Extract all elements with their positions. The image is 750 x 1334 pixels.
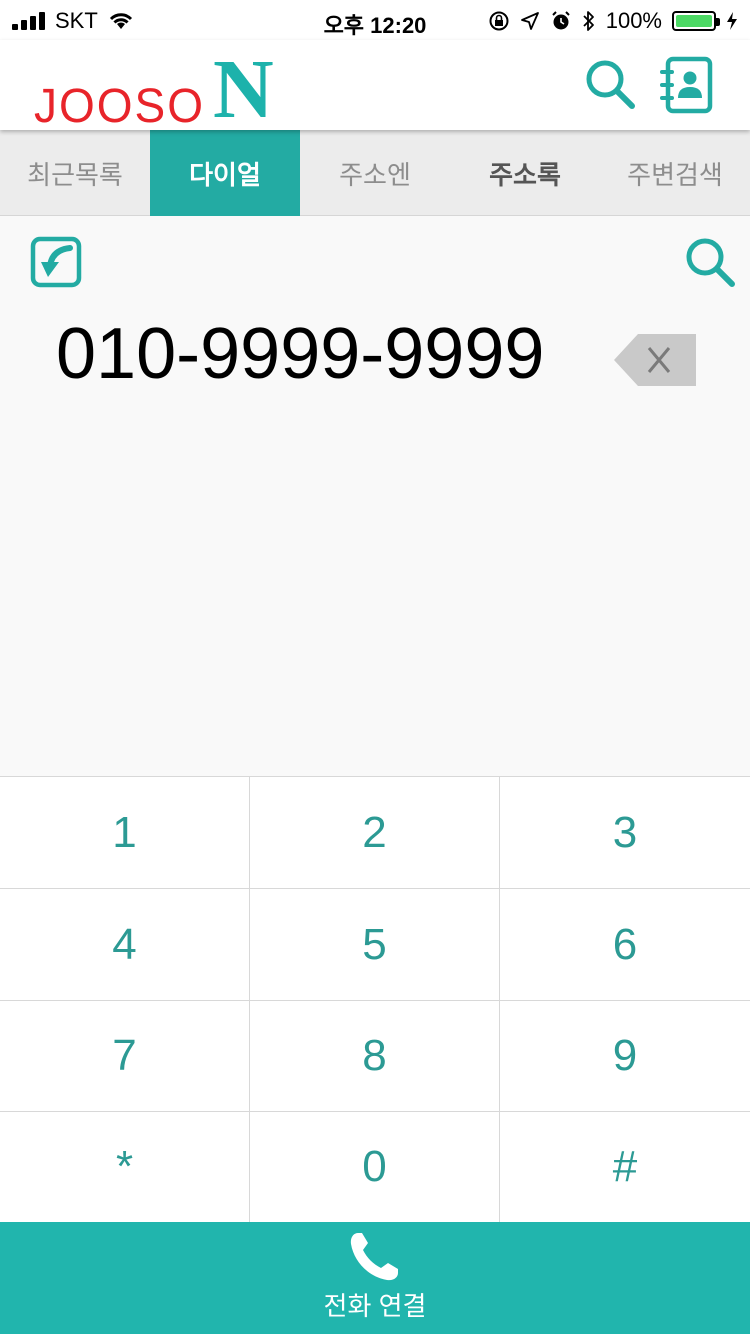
tab-joosoen[interactable]: 주소엔 [300,130,450,216]
call-label: 전화 연결 [323,1290,427,1321]
key-8[interactable]: 8 [250,1001,500,1112]
battery-icon [672,11,720,31]
key-9[interactable]: 9 [500,1001,750,1112]
backspace-icon[interactable] [614,334,696,386]
bluetooth-icon [583,11,594,31]
key-star[interactable]: * [0,1112,250,1223]
tab-recent[interactable]: 최근목록 [0,130,150,216]
alarm-icon [552,11,570,30]
dial-keypad: 1 2 3 4 5 6 7 8 9 * 0 # [0,776,750,1223]
key-0[interactable]: 0 [250,1112,500,1223]
location-icon [520,12,539,30]
key-3[interactable]: 3 [500,777,750,889]
rotation-lock-icon [489,11,509,31]
key-4[interactable]: 4 [0,889,250,1001]
tab-bar: 최근목록 다이얼 주소엔 주소록 주변검색 [0,130,750,216]
dialed-number: 010-9999-9999 [56,314,545,394]
key-5[interactable]: 5 [250,889,500,1001]
key-7[interactable]: 7 [0,1001,250,1112]
key-6[interactable]: 6 [500,889,750,1001]
app-header: JOOSO N [0,40,750,137]
call-button[interactable]: 전화 연결 [0,1222,750,1334]
battery-percent: 100% [605,8,662,33]
search-icon[interactable] [584,58,636,110]
tab-dial[interactable]: 다이얼 [150,130,300,216]
tab-address-book[interactable]: 주소록 [450,130,600,216]
dial-display: 010-9999-9999 [0,216,750,776]
status-bar: SKT 오후 12:20 100% [0,0,750,40]
import-arrow-icon[interactable] [30,236,82,288]
search-icon[interactable] [684,236,736,288]
key-hash[interactable]: # [500,1112,750,1223]
app-logo: JOOSO N [34,43,274,137]
contacts-book-icon[interactable] [660,56,714,114]
status-right: 100% [488,8,738,34]
key-2[interactable]: 2 [250,777,500,889]
charging-icon [727,12,737,30]
key-1[interactable]: 1 [0,777,250,889]
phone-icon [350,1232,398,1280]
logo-text: JOOSO [34,77,206,133]
logo-letter: N [213,43,274,137]
tab-nearby-search[interactable]: 주변검색 [600,130,750,216]
